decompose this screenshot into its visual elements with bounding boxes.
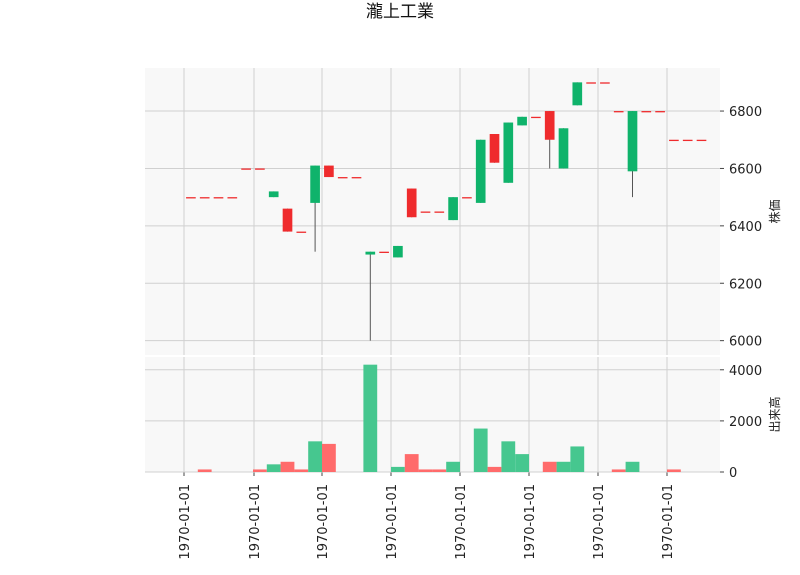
volume-bar [308, 441, 322, 472]
volume-bar [266, 464, 281, 472]
volume-bar [542, 461, 557, 472]
price-axis-label: 株価 [767, 199, 782, 223]
price-tick-label: 6000 [729, 335, 762, 350]
candle-body [379, 251, 389, 253]
candle-body [627, 111, 638, 172]
volume-bar [432, 469, 447, 472]
candle-body [503, 122, 514, 183]
volume-bar [611, 469, 626, 472]
candle-body [351, 177, 362, 179]
candle-body [434, 211, 445, 213]
volume-bar [556, 461, 571, 472]
candle-body [310, 165, 320, 203]
volume-bar [625, 461, 640, 472]
candle-body [517, 116, 527, 126]
volume-bar [197, 469, 212, 472]
volume-panel [145, 357, 720, 472]
volume-bar [667, 469, 681, 472]
x-tick-label: 1970-01-01 [523, 484, 538, 560]
price-tick-label: 6400 [729, 220, 762, 235]
candle-body [186, 197, 196, 199]
candle-body [227, 197, 238, 199]
volume-bar [363, 364, 378, 472]
candle-body [669, 139, 679, 142]
x-tick-label: 1970-01-01 [661, 484, 676, 560]
candle-body [572, 82, 583, 106]
x-tick-label: 1970-01-01 [592, 484, 607, 560]
volume-bar [418, 469, 433, 472]
candle-body [213, 197, 224, 199]
x-tick-label: 1970-01-01 [178, 484, 193, 560]
candle-body [558, 128, 569, 169]
candle-body [199, 197, 210, 199]
price-tick-label: 6200 [729, 277, 762, 292]
candle-body [531, 116, 541, 119]
x-tick-label: 1970-01-01 [454, 484, 469, 560]
volume-bar [391, 466, 405, 472]
candle-body [324, 165, 334, 178]
candle-body [448, 197, 458, 221]
candle-body [641, 111, 652, 113]
candle-body [420, 211, 431, 213]
candle-body [365, 251, 376, 255]
volume-bar [280, 461, 295, 472]
volume-bar [294, 469, 309, 472]
candle-body [282, 208, 293, 232]
candle-body [268, 191, 279, 198]
candle-body [489, 134, 500, 163]
volume-tick-label: 2000 [729, 415, 762, 430]
volume-bar [446, 461, 460, 472]
price-tick-label: 6800 [729, 105, 762, 120]
candle-body [475, 139, 486, 203]
x-tick-label: 1970-01-01 [385, 484, 400, 560]
volume-bar [501, 441, 516, 472]
candlestick-chart: 1970-01-01 1970-01-01 1970-01-01 1970-01-01… [145, 68, 782, 560]
volume-bar [253, 469, 267, 472]
candle-body [337, 177, 348, 179]
candle-body [462, 197, 472, 199]
candle-body [655, 111, 665, 113]
candle-body [393, 245, 403, 258]
volume-axis-label: 出来高 [767, 396, 782, 432]
volume-bar [570, 446, 585, 472]
volume-bar [322, 443, 336, 472]
candle-body [696, 139, 707, 142]
price-tick-label: 6600 [729, 162, 762, 177]
volume-tick-label: 4000 [729, 364, 762, 379]
candle-body [600, 82, 610, 84]
candle-body [586, 82, 596, 84]
candle-body [613, 111, 624, 113]
volume-bar [404, 454, 419, 472]
volume-bar [515, 454, 529, 472]
volume-bar [487, 466, 502, 472]
candle-body [406, 188, 417, 218]
candle-body [544, 111, 555, 140]
x-tick-label: 1970-01-01 [316, 484, 331, 560]
candle-body [682, 139, 693, 142]
volume-tick-label: 0 [729, 466, 737, 481]
candle-body [296, 231, 307, 233]
candle-body [255, 168, 265, 170]
volume-bar [473, 428, 488, 472]
candle-body [241, 168, 251, 170]
x-tick-label: 1970-01-01 [248, 484, 263, 560]
